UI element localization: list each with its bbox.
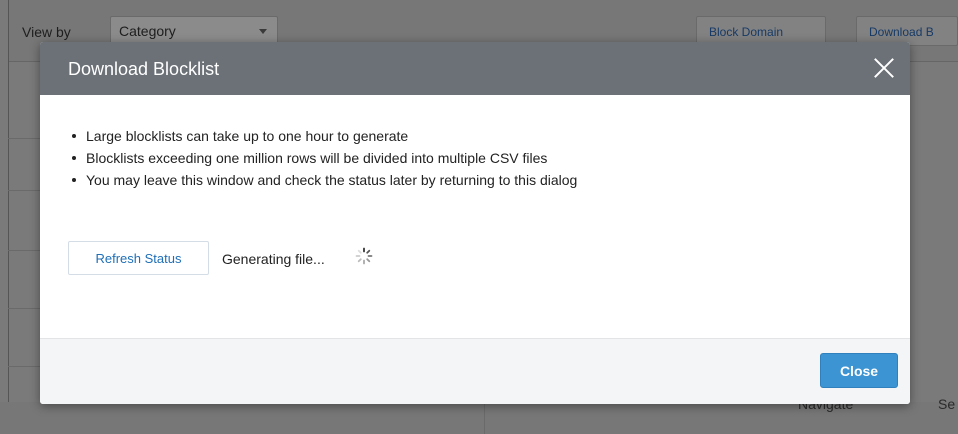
background-row-divider	[8, 138, 42, 139]
close-button[interactable]: Close	[820, 353, 898, 388]
background-row-divider	[8, 366, 42, 367]
background-row-divider	[8, 250, 42, 251]
chevron-down-icon	[259, 29, 267, 34]
close-x-icon[interactable]	[870, 54, 898, 82]
info-list: Large blocklists can take up to one hour…	[70, 125, 577, 191]
loading-spinner-icon	[355, 247, 373, 265]
dialog-footer: Close	[40, 338, 910, 404]
generation-status-text: Generating file...	[222, 251, 325, 267]
background-bottom-divider	[484, 402, 485, 434]
view-by-label: View by	[22, 24, 71, 40]
info-list-item: Blocklists exceeding one million rows wi…	[70, 147, 577, 169]
background-row-divider	[8, 308, 42, 309]
download-blocklist-dialog: Download Blocklist Large blocklists can …	[40, 42, 910, 404]
view-by-select-value: Category	[119, 23, 176, 39]
view-by-select[interactable]: Category	[110, 16, 278, 44]
background-row-divider	[8, 190, 42, 191]
dialog-header: Download Blocklist	[40, 42, 910, 95]
info-list-item: You may leave this window and check the …	[70, 169, 577, 191]
background-truncated-label: Se	[938, 396, 956, 412]
refresh-status-button[interactable]: Refresh Status	[68, 241, 209, 275]
info-list-item: Large blocklists can take up to one hour…	[70, 125, 577, 147]
background-left-border	[8, 0, 9, 434]
dialog-title: Download Blocklist	[68, 59, 220, 79]
dialog-body: Large blocklists can take up to one hour…	[40, 95, 910, 338]
